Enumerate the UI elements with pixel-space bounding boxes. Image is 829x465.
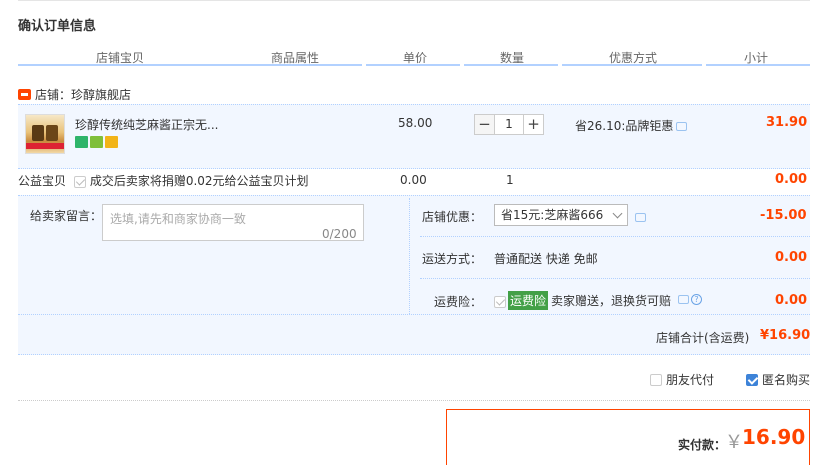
coupon-select[interactable]: 省15元:芝麻酱666	[494, 204, 628, 226]
item-subtotal: 31.90	[766, 115, 808, 130]
message-label: 给卖家留言：	[30, 209, 103, 223]
product-name-link[interactable]: 珍醇传统纯芝麻酱正宗无...	[75, 116, 218, 133]
charity-checkbox	[74, 175, 86, 188]
charity-desc: 成交后卖家将捐赠0.02元给公益宝贝计划	[89, 174, 309, 188]
shipping-amount: 0.00	[775, 250, 808, 265]
charity-label: 公益宝贝	[18, 174, 67, 188]
coupon-amount: -15.00	[760, 208, 807, 223]
insurance-label: 运费险：	[434, 295, 483, 309]
chat-icon[interactable]	[678, 295, 689, 304]
shop-total-value: ¥16.90	[760, 328, 811, 343]
item-row	[18, 104, 810, 169]
promotion-text: 省26.10:品牌钜惠	[575, 117, 688, 134]
coupon-chat-icon-wrap	[632, 210, 646, 224]
payment-currency: ￥	[725, 432, 743, 453]
top-divider	[18, 0, 810, 1]
header-underline	[18, 64, 362, 66]
anonymous-checkbox[interactable]	[746, 373, 758, 386]
vertical-divider	[409, 198, 410, 314]
friend-pay-option[interactable]: 朋友代付	[650, 371, 714, 388]
row-divider	[420, 236, 810, 237]
charity-price: 0.00	[400, 173, 427, 187]
insurance-badge: 运费险	[508, 291, 549, 310]
friend-pay-label: 朋友代付	[666, 373, 715, 387]
chevron-down-icon	[612, 208, 623, 219]
charity-qty: 1	[506, 173, 514, 187]
payment-amount: 16.90	[742, 425, 806, 449]
charity-total: 0.00	[775, 172, 808, 187]
shop-name-link[interactable]: 珍醇旗舰店	[71, 86, 131, 103]
shipping-label: 运送方式：	[422, 252, 483, 266]
friend-pay-checkbox[interactable]	[650, 373, 662, 386]
charity-row: 成交后卖家将捐赠0.02元给公益宝贝计划	[74, 172, 309, 189]
insurance-icons: ?	[678, 294, 702, 305]
insurance-amount: 0.00	[775, 293, 808, 308]
shop-total-label: 店铺合计(含运费)	[656, 331, 750, 345]
message-char-count: 0/200	[322, 227, 357, 241]
header-underline	[464, 64, 558, 66]
divider	[18, 400, 810, 401]
unit-price: 58.00	[398, 116, 433, 130]
section-title: 确认订单信息	[18, 19, 97, 34]
shop-row: 店铺： 珍醇旗舰店	[18, 86, 131, 103]
shipping-method: 普通配送 快递 免邮	[494, 252, 598, 266]
insurance-checkbox	[494, 295, 506, 308]
seven-day-return-icon[interactable]	[75, 136, 88, 148]
service-tags	[75, 136, 118, 148]
shop-label: 店铺：	[35, 88, 72, 102]
anonymous-label: 匿名购买	[762, 373, 811, 387]
header-underline	[366, 64, 460, 66]
row-divider	[18, 314, 810, 315]
header-underline	[706, 64, 810, 66]
insurance-checkbox-wrap	[494, 294, 506, 308]
coupon-label: 店铺优惠：	[422, 210, 483, 224]
credit-card-icon[interactable]	[105, 136, 118, 148]
message-placeholder: 选填,请先和商家协商一致	[110, 212, 246, 226]
chat-icon[interactable]	[635, 213, 646, 222]
quantity-stepper: − 1 +	[474, 114, 544, 135]
product-thumbnail[interactable]	[25, 114, 65, 154]
coupon-selected-value: 省15元:芝麻酱666	[501, 208, 604, 222]
chat-icon[interactable]	[676, 122, 688, 131]
qty-minus-button[interactable]: −	[474, 114, 495, 135]
help-icon[interactable]: ?	[691, 294, 702, 305]
shop-icon	[18, 89, 31, 100]
row-divider	[420, 278, 810, 279]
payment-label: 实付款：	[678, 438, 727, 452]
qty-input[interactable]: 1	[495, 114, 523, 135]
anonymous-option[interactable]: 匿名购买	[746, 371, 810, 388]
promotion-label: 省26.10:品牌钜惠	[575, 119, 674, 133]
insurance-desc: 卖家赠送，退换货可赔	[551, 294, 672, 308]
header-underline	[562, 64, 702, 66]
qty-plus-button[interactable]: +	[523, 114, 544, 135]
guarantee-icon[interactable]	[90, 136, 103, 148]
